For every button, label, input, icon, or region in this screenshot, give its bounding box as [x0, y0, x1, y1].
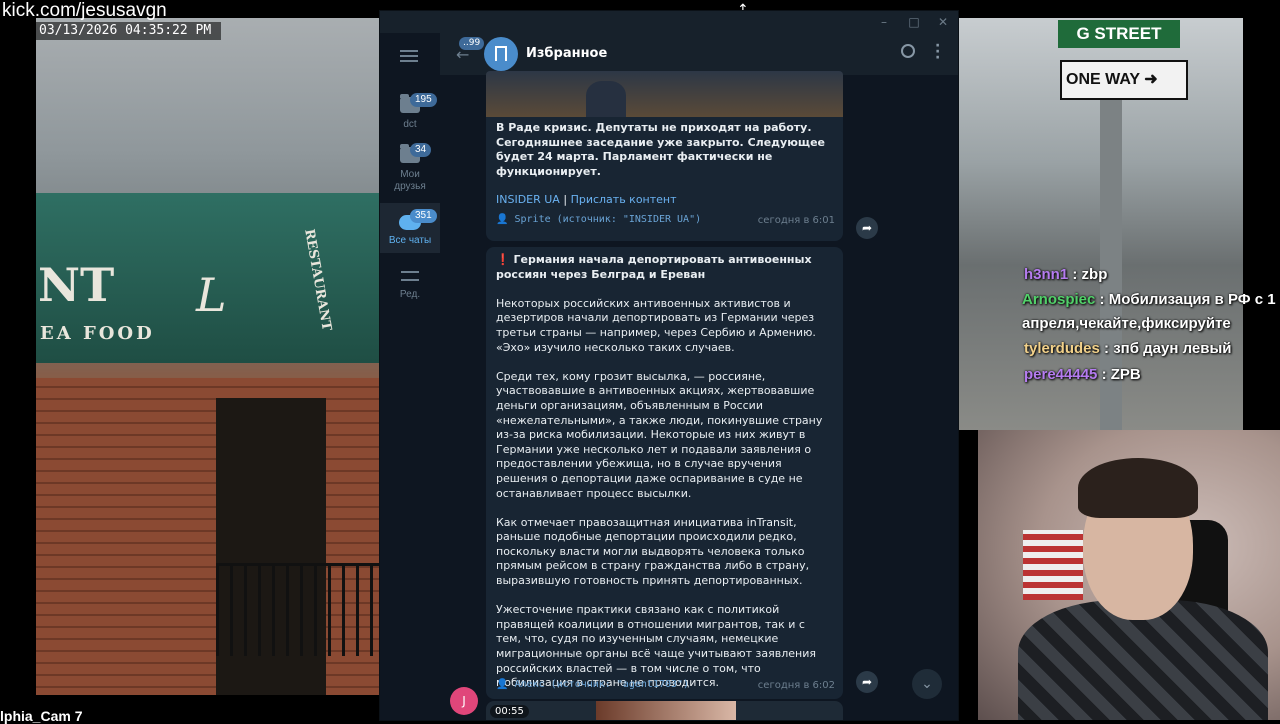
- camera-timestamp: 03/13/2026 04:35:22 PM: [36, 22, 221, 40]
- folder-my-friends[interactable]: 34 Мои друзья: [380, 137, 440, 197]
- maximize-button[interactable]: □: [904, 14, 924, 30]
- folders-sidebar: 195 dct 34 Мои друзья 351 Все чаты Ред.: [380, 33, 440, 720]
- chat-area: В Раде кризис. Депутаты не приходят на р…: [440, 71, 958, 720]
- message-time: сегодня в 6:01: [757, 215, 835, 226]
- streamer-webcam: [978, 430, 1280, 720]
- close-button[interactable]: ✕: [933, 14, 953, 30]
- iron-railing: [216, 563, 380, 656]
- bookmark-icon: [495, 46, 507, 61]
- message-title: ❗ Германия начала депортировать антивоен…: [486, 247, 843, 282]
- unread-badge: 195: [410, 93, 437, 107]
- awning-logo: L: [196, 268, 227, 322]
- saved-messages-avatar[interactable]: [484, 37, 518, 71]
- forward-source-text: Алекс (источник: "agent1703"): [514, 679, 690, 690]
- chat-text: ZPB: [1110, 366, 1141, 383]
- streamer-hair: [1078, 458, 1198, 518]
- video-message[interactable]: 00:55: [486, 701, 843, 720]
- stream-chat-overlay: h3nn1 : zbp Arnospiec : Мобилизация в РФ…: [1022, 262, 1280, 388]
- folder-label: Все чаты: [388, 235, 432, 246]
- message-paragraph: Среди тех, кому грозит высылка, — россия…: [496, 369, 823, 500]
- flag: [1023, 530, 1083, 600]
- chat-message: h3nn1 : zbp: [1024, 266, 1108, 283]
- back-unread-badge: ..99: [459, 37, 485, 50]
- message-paragraph: Некоторых российских антивоенных активис…: [496, 296, 816, 354]
- message-body: Некоторых российских антивоенных активис…: [486, 282, 843, 691]
- message-photo[interactable]: [486, 71, 843, 117]
- chat-username: tylerdudes: [1024, 340, 1100, 357]
- folder-label: Ред.: [399, 289, 421, 300]
- forward-source-text: Sprite (источник: "INSIDER UA"): [514, 214, 702, 225]
- folder-dct[interactable]: 195 dct: [380, 87, 440, 131]
- chat-message: tylerdudes : зпб даун левый: [1024, 340, 1232, 357]
- message-bubble[interactable]: В Раде кризис. Депутаты не приходят на р…: [486, 71, 843, 241]
- awning-text: NT: [38, 258, 115, 312]
- sender-avatar[interactable]: J: [450, 687, 478, 715]
- more-options-icon[interactable]: · · ·: [935, 39, 940, 65]
- chat-username: h3nn1: [1024, 266, 1069, 283]
- video-duration: 00:55: [490, 705, 529, 718]
- chat-message: pere44445 : ZPB: [1024, 366, 1141, 383]
- photo-figure: [586, 81, 626, 117]
- menu-icon[interactable]: [400, 47, 418, 65]
- forward-icon[interactable]: ➦: [856, 217, 878, 239]
- scroll-down-button[interactable]: ⌄: [912, 669, 942, 699]
- message-links: INSIDER UA | Прислать контент: [486, 179, 843, 208]
- unread-badge: 351: [410, 209, 437, 223]
- camera-label: lphia_Cam 7: [0, 708, 83, 724]
- stream-url: kick.com/jesusavgn: [2, 0, 167, 21]
- message-paragraph: Как отмечает правозащитная инициатива in…: [496, 515, 810, 588]
- message-text: В Раде кризис. Депутаты не приходят на р…: [496, 121, 825, 178]
- message-bubble[interactable]: ❗ Германия начала депортировать антивоен…: [486, 247, 843, 699]
- send-content-link[interactable]: Прислать контент: [571, 193, 677, 206]
- link-separator: |: [563, 193, 568, 207]
- street-sign: G STREET: [1058, 20, 1180, 48]
- folder-label: Мои друзья: [394, 169, 426, 192]
- chat-message: Arnospiec : Мобилизация в РФ с 1 апреля,…: [1022, 291, 1276, 332]
- chat-text: zbp: [1081, 266, 1108, 283]
- exclamation-icon: ❗: [496, 253, 510, 266]
- message-title-text: Германия начала депортировать антивоенны…: [496, 253, 812, 281]
- chat-title[interactable]: Избранное: [526, 46, 607, 61]
- chat-username: Arnospiec: [1022, 291, 1096, 308]
- unread-badge: 34: [410, 143, 432, 157]
- forward-source: 👤 Алекс (источник: "agent1703"): [496, 679, 690, 690]
- window-titlebar[interactable]: – □ ✕: [380, 11, 958, 33]
- sliders-icon: [401, 271, 419, 281]
- awning-subtext: EA FOOD: [40, 323, 155, 344]
- forward-icon[interactable]: ➦: [856, 671, 878, 693]
- search-icon[interactable]: [901, 44, 915, 58]
- oneway-sign: ONE WAY ➜: [1060, 60, 1188, 100]
- edit-folders[interactable]: Ред.: [380, 263, 440, 307]
- folder-all-chats[interactable]: 351 Все чаты: [380, 203, 440, 253]
- minimize-button[interactable]: –: [874, 14, 894, 30]
- chat-header: ← ..99 Избранное · · ·: [440, 33, 958, 75]
- back-badge-count: 99: [468, 38, 481, 48]
- chat-username: pere44445: [1024, 366, 1098, 383]
- chat-text: зпб даун левый: [1113, 340, 1232, 357]
- telegram-window: – □ ✕ 195 dct 34 Мои друзья 351 Все чаты: [380, 11, 958, 720]
- oneway-sign-text: ONE WAY: [1066, 71, 1140, 88]
- video-thumbnail: [596, 701, 736, 720]
- message-time: сегодня в 6:02: [757, 680, 835, 691]
- forward-source: 👤 Sprite (источник: "INSIDER UA"): [496, 214, 702, 225]
- insider-ua-link[interactable]: INSIDER UA: [496, 193, 560, 206]
- folder-label: dct: [403, 119, 417, 130]
- street-camera-left: NT L EA FOOD RESTAURANT: [36, 18, 380, 695]
